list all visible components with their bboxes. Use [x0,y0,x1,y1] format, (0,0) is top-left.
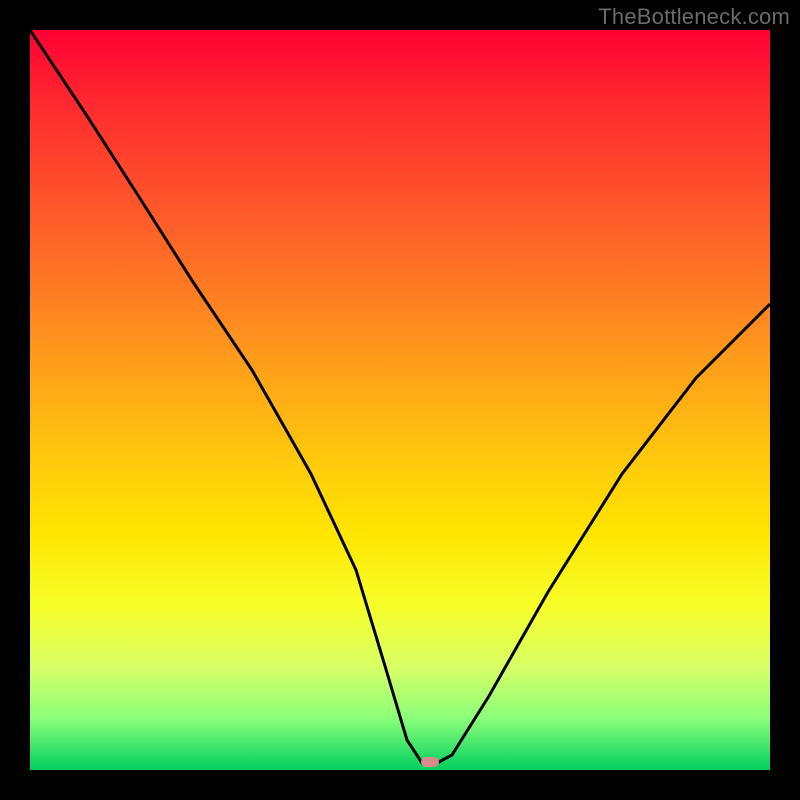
optimal-marker [421,757,439,767]
plot-area [30,30,770,770]
curve-path [30,30,770,763]
bottleneck-curve [30,30,770,770]
watermark-text: TheBottleneck.com [598,4,790,30]
chart-frame: TheBottleneck.com [0,0,800,800]
